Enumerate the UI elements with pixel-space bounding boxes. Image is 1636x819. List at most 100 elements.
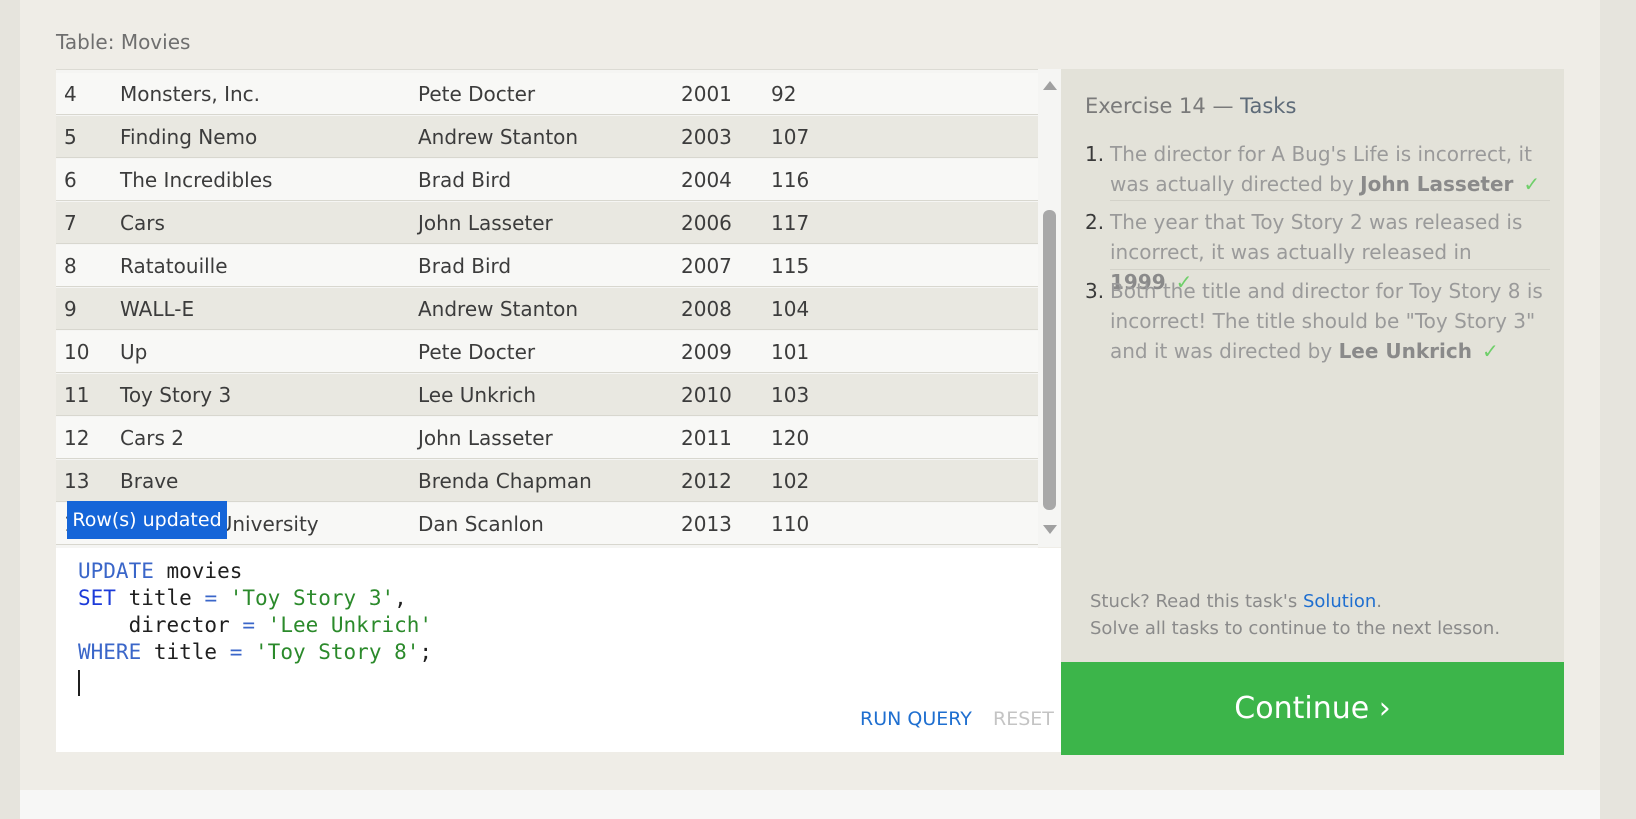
cell-director: Brad Bird <box>418 254 512 278</box>
cell-title: Brave <box>120 469 179 493</box>
check-icon: ✓ <box>1523 172 1541 196</box>
exercise-title-strong: Tasks <box>1240 94 1297 118</box>
cell-director: Pete Docter <box>418 340 536 364</box>
cell-id: 8 <box>64 254 77 278</box>
code-text: director <box>78 613 243 637</box>
cell-length: 117 <box>771 211 810 235</box>
cell-id: 9 <box>64 297 77 321</box>
keyword-update: UPDATE <box>78 559 154 583</box>
rows-updated-toast: Row(s) updated <box>67 501 227 539</box>
cell-director: Brad Bird <box>418 168 512 192</box>
task-item: 1. The director for A Bug's Life is inco… <box>1085 139 1550 199</box>
task-answer: John Lasseter <box>1360 172 1514 196</box>
help-text: Stuck? Read this task's Solution. Solve … <box>1090 588 1500 642</box>
cell-length: 116 <box>771 168 810 192</box>
stuck-suffix: . <box>1376 591 1383 612</box>
cell-title: Cars 2 <box>120 426 184 450</box>
cell-length: 107 <box>771 125 810 149</box>
cell-year: 2010 <box>681 383 732 407</box>
task-item: 3. Both the title and director for Toy S… <box>1085 276 1550 366</box>
table-row: 12 Cars 2 John Lasseter 2011 120 <box>56 417 1038 459</box>
stuck-prefix: Stuck? Read this task's <box>1090 591 1303 612</box>
code-string: 'Toy Story 3' <box>217 586 395 610</box>
cell-id: 13 <box>64 469 90 493</box>
task-divider <box>1110 200 1550 201</box>
cell-year: 2003 <box>681 125 732 149</box>
scroll-thumb[interactable] <box>1043 210 1056 510</box>
text-cursor <box>78 670 80 696</box>
code-text: title <box>141 640 230 664</box>
cell-id: 11 <box>64 383 90 407</box>
task-text: Both the title and director for Toy Stor… <box>1110 279 1543 363</box>
task-number: 1. <box>1085 142 1105 166</box>
cell-title: WALL-E <box>120 297 195 321</box>
exercise-title-prefix: Exercise 14 — <box>1085 94 1241 118</box>
code-text: movies <box>153 559 243 583</box>
footer-panel <box>20 790 1600 819</box>
table-row: 5 Finding Nemo Andrew Stanton 2003 107 <box>56 116 1038 158</box>
cell-length: 120 <box>771 426 810 450</box>
cell-year: 2004 <box>681 168 732 192</box>
cell-id: 5 <box>64 125 77 149</box>
cell-director: John Lasseter <box>418 426 553 450</box>
cell-director: Andrew Stanton <box>418 297 579 321</box>
cell-year: 2008 <box>681 297 732 321</box>
table-row: 9 WALL-E Andrew Stanton 2008 104 <box>56 288 1038 330</box>
cell-id: 12 <box>64 426 90 450</box>
cell-title: Cars <box>120 211 165 235</box>
table-caption: Table: Movies <box>56 30 191 54</box>
table-row: 11 Toy Story 3 Lee Unkrich 2010 103 <box>56 374 1038 416</box>
task-text: The year that Toy Story 2 was released i… <box>1110 210 1523 264</box>
code-string: 'Toy Story 8' <box>242 640 420 664</box>
task-number: 3. <box>1085 279 1105 303</box>
cell-length: 92 <box>771 82 797 106</box>
solution-link[interactable]: Solution <box>1303 591 1376 612</box>
cell-title: The Incredibles <box>120 168 273 192</box>
movies-table[interactable]: 4 Monsters, Inc. Pete Docter 2001 92 5 Finding… <box>56 69 1038 548</box>
continue-button[interactable]: Continue › <box>1061 662 1564 755</box>
cell-year: 2007 <box>681 254 732 278</box>
cell-director: Brenda Chapman <box>418 469 592 493</box>
code-string: 'Lee Unkrich' <box>255 613 433 637</box>
cell-id: 7 <box>64 211 77 235</box>
run-query-button[interactable]: RUN QUERY <box>860 708 972 730</box>
sql-code[interactable]: UPDATE movies SET title = 'Toy Story 3',… <box>78 558 432 666</box>
check-icon: ✓ <box>1482 339 1499 363</box>
scroll-down-arrow-icon[interactable] <box>1043 525 1057 534</box>
code-text: , <box>394 586 407 610</box>
scroll-up-arrow-icon[interactable] <box>1043 81 1057 90</box>
table-row: 7 Cars John Lasseter 2006 117 <box>56 202 1038 244</box>
cell-year: 2013 <box>681 512 732 536</box>
cell-year: 2011 <box>681 426 732 450</box>
solve-all-text: Solve all tasks to continue to the next … <box>1090 618 1501 639</box>
cell-title: Up <box>120 340 148 364</box>
cell-year: 2006 <box>681 211 732 235</box>
cell-id: 10 <box>64 340 90 364</box>
cell-year: 2012 <box>681 469 732 493</box>
cell-director: Lee Unkrich <box>418 383 537 407</box>
cell-title: Finding Nemo <box>120 125 258 149</box>
cell-year: 2009 <box>681 340 732 364</box>
cell-director: Andrew Stanton <box>418 125 579 149</box>
cell-id: 4 <box>64 82 77 106</box>
cell-id: 6 <box>64 168 77 192</box>
code-operator: = <box>242 613 256 637</box>
cell-length: 102 <box>771 469 810 493</box>
cell-title: Toy Story 3 <box>120 383 232 407</box>
cell-year: 2001 <box>681 82 732 106</box>
cell-director: Pete Docter <box>418 82 536 106</box>
cell-director: John Lasseter <box>418 211 553 235</box>
table-row: 10 Up Pete Docter 2009 101 <box>56 331 1038 373</box>
reset-button[interactable]: RESET <box>993 708 1054 730</box>
exercise-title: Exercise 14 — Tasks <box>1085 94 1296 118</box>
table-row: 8 Ratatouille Brad Bird 2007 115 <box>56 245 1038 287</box>
sql-editor[interactable]: UPDATE movies SET title = 'Toy Story 3',… <box>56 548 1061 752</box>
cell-title: Ratatouille <box>120 254 228 278</box>
table-scrollbar[interactable] <box>1038 69 1061 547</box>
cell-director: Dan Scanlon <box>418 512 544 536</box>
task-divider <box>1110 269 1550 270</box>
cell-length: 103 <box>771 383 810 407</box>
code-operator: = <box>204 586 218 610</box>
cell-length: 110 <box>771 512 810 536</box>
table-row: 13 Brave Brenda Chapman 2012 102 <box>56 460 1038 502</box>
